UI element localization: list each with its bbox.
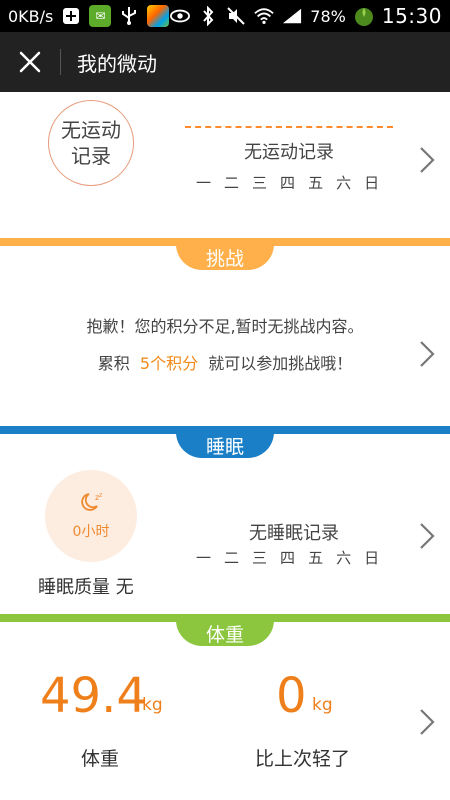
messaging-app-icon: ✉ bbox=[89, 5, 112, 27]
weekday-label: 一 bbox=[196, 174, 212, 192]
mute-icon bbox=[226, 6, 246, 26]
exercise-weekdays: 一 二 三 四 五 六 日 bbox=[196, 172, 379, 193]
status-bar: 0KB/s ✉ 78% 15:30 bbox=[0, 0, 450, 32]
sleep-quality: 睡眠质量 无 bbox=[38, 577, 134, 598]
challenge-message: 抱歉！您的积分不足,暂时无挑战内容。 bbox=[86, 317, 364, 336]
weight-tab-label: 体重 bbox=[205, 623, 244, 646]
challenge-req-suffix: 就可以参加挑战哦！ bbox=[208, 354, 353, 373]
weight-chevron-right-icon[interactable] bbox=[418, 708, 436, 736]
weekday-label: 三 bbox=[252, 549, 268, 567]
challenge-points: 5个积分 bbox=[139, 354, 199, 373]
sleep-tab-label: 睡眠 bbox=[205, 435, 244, 458]
browser-app-icon bbox=[147, 5, 170, 27]
sleep-circle: z z 0小时 bbox=[45, 470, 137, 562]
sleep-chevron-right-icon[interactable] bbox=[418, 522, 436, 550]
close-icon bbox=[19, 51, 41, 73]
sleep-no-record: 无睡眠记录 bbox=[249, 523, 339, 544]
title-separator bbox=[60, 49, 61, 75]
network-speed: 0KB/s bbox=[8, 6, 54, 26]
exercise-dashed-line bbox=[185, 126, 393, 128]
exercise-no-record: 无运动记录 bbox=[244, 142, 334, 163]
usb-icon bbox=[119, 6, 139, 26]
bluetooth-icon bbox=[198, 6, 218, 26]
add-notification-icon bbox=[61, 6, 81, 26]
page-title: 我的微动 bbox=[77, 51, 157, 76]
weight-diff-unit: kg bbox=[312, 695, 333, 715]
challenge-section[interactable] bbox=[0, 270, 450, 426]
weekday-label: 一 bbox=[196, 549, 212, 567]
weekday-label: 日 bbox=[364, 549, 380, 567]
weight-label: 体重 bbox=[81, 748, 120, 770]
clock: 15:30 bbox=[381, 4, 442, 28]
weekday-label: 五 bbox=[308, 549, 324, 567]
weight-diff-label: 比上次轻了 bbox=[255, 748, 351, 770]
exercise-circle-line1: 无运动 bbox=[61, 118, 121, 142]
challenge-chevron-right-icon[interactable] bbox=[418, 340, 436, 368]
weekday-label: 五 bbox=[308, 174, 324, 192]
moon-icon: z z bbox=[81, 492, 102, 511]
challenge-tab: 挑战 bbox=[176, 244, 274, 270]
sleep-weekdays: 一 二 三 四 五 六 日 bbox=[196, 547, 379, 568]
challenge-requirement: 累积 5个积分 就可以参加挑战哦！ bbox=[0, 350, 450, 374]
exercise-circle-line2: 记录 bbox=[71, 144, 111, 168]
signal-icon bbox=[282, 6, 302, 26]
exercise-chevron-right-icon[interactable] bbox=[418, 146, 436, 174]
challenge-req-prefix: 累积 bbox=[97, 354, 130, 373]
title-bar: 我的微动 bbox=[0, 32, 450, 92]
sleep-hours: 0小时 bbox=[72, 524, 110, 540]
battery-percent: 78% bbox=[310, 6, 346, 26]
close-button[interactable] bbox=[0, 32, 60, 92]
weekday-label: 二 bbox=[224, 174, 240, 192]
challenge-tab-label: 挑战 bbox=[205, 247, 244, 270]
weekday-label: 六 bbox=[336, 549, 352, 567]
sleep-tab: 睡眠 bbox=[176, 432, 274, 458]
svg-text:z: z bbox=[99, 492, 102, 499]
weekday-label: 六 bbox=[336, 174, 352, 192]
weight-diff-value: 0 bbox=[276, 668, 307, 724]
weight-value: 49.4 bbox=[40, 668, 147, 724]
weekday-label: 三 bbox=[252, 174, 268, 192]
exercise-status-circle: 无运动 记录 bbox=[48, 100, 134, 186]
weight-unit: kg bbox=[142, 695, 163, 715]
eye-icon bbox=[170, 6, 191, 26]
battery-icon bbox=[354, 6, 374, 26]
weekday-label: 四 bbox=[280, 174, 296, 192]
weekday-label: 日 bbox=[364, 174, 380, 192]
weight-tab: 体重 bbox=[176, 620, 274, 646]
wifi-icon bbox=[254, 6, 274, 26]
weekday-label: 二 bbox=[224, 549, 240, 567]
weekday-label: 四 bbox=[280, 549, 296, 567]
